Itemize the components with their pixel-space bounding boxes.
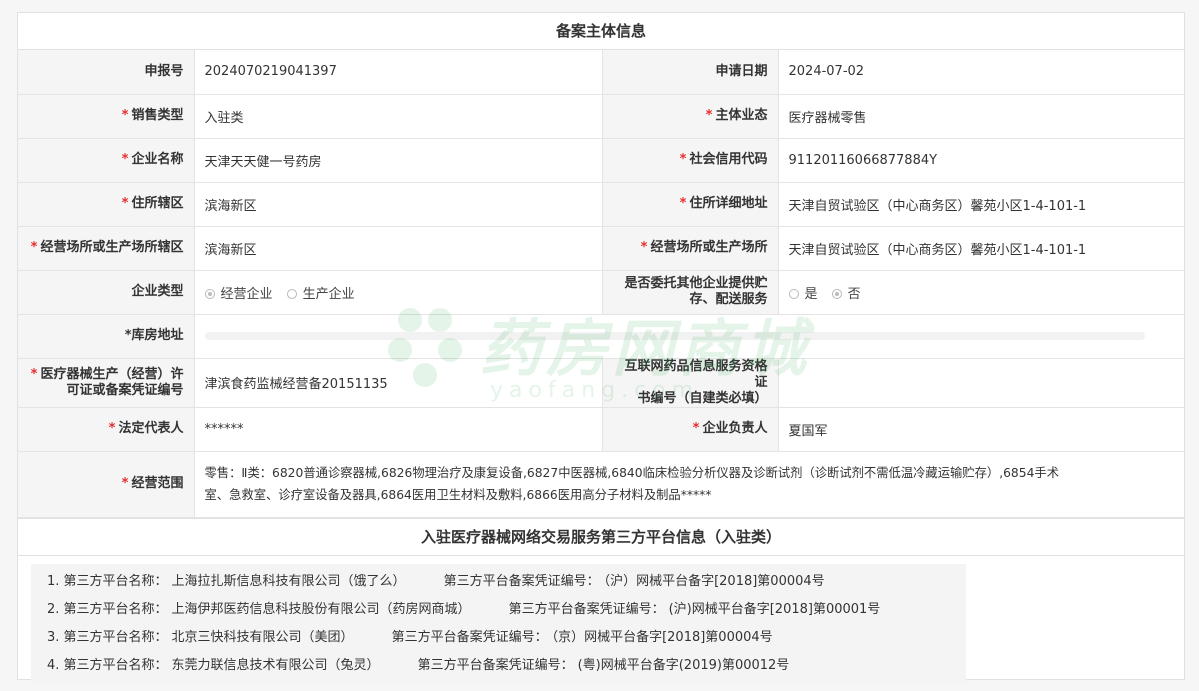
credit-code-label: * 社会信用代码 (601, 137, 779, 183)
required-mark: * (121, 108, 129, 123)
empty-value-bar (204, 332, 1145, 340)
residence-address-label: * 住所详细地址 (601, 181, 779, 227)
filing-info-panel: 备案主体信息 申报号 2024070219041397 申请日期 2024-07… (17, 12, 1185, 684)
entrust-storage-label: 是否委托其他企业提供贮 存、配送服务 (601, 269, 779, 315)
table-row: * 企业名称 天津天天健一号药房 * 社会信用代码 9112011606687788… (18, 137, 1184, 183)
platform-name: 上海伊邦医药信息科技股份有限公司（药房网商城） (171, 601, 471, 617)
sales-type-value: 入驻类 (193, 93, 603, 139)
table-row: 企业类型 经营企业 生产企业 是否委托其他企业提供贮 存、配送服务 是 否 (18, 269, 1184, 315)
list-item: 2. 第三方平台名称： 上海伊邦医药信息科技股份有限公司（药房网商城） 第三方平台备… (47, 596, 966, 624)
required-mark: * (121, 196, 129, 211)
premises-address-value: 天津自贸试验区（中心商务区）馨苑小区1-4-101-1 (777, 225, 1184, 271)
radio-label: 否 (847, 286, 861, 302)
report-no-label: 申报号 (18, 50, 195, 95)
platform-cert: （沪）网械平台备字[2018]第00004号 (603, 573, 825, 589)
radio-no[interactable] (831, 288, 842, 299)
required-mark: * (108, 421, 116, 436)
required-mark: * (640, 240, 648, 255)
premises-district-label: * 经营场所或生产场所辖区 (18, 225, 195, 271)
platform-name-label: 3. 第三方平台名称： (47, 629, 168, 645)
internet-cert-value (777, 357, 1184, 408)
scope-value: 零售：Ⅱ类：6820普通诊察器械,6826物理治疗及康复设备,6827中医器械,… (193, 450, 1184, 518)
legal-rep-value: ****** (193, 406, 603, 452)
required-mark: * (121, 152, 129, 167)
list-item: 3. 第三方平台名称： 北京三快科技有限公司（美团） 第三方平台备案凭证编号： （京）… (47, 624, 966, 652)
section-title-platform-info: 入驻医疗器械网络交易服务第三方平台信息（入驻类） (18, 517, 1184, 556)
residence-address-value: 天津自贸试验区（中心商务区）馨苑小区1-4-101-1 (777, 181, 1184, 227)
required-mark: * (30, 366, 38, 382)
business-form-value: 医疗器械零售 (777, 93, 1184, 139)
scope-line-2: 室、急救室、诊疗室设备及器具,6864医用卫生材料及敷料,6866医用高分子材料… (204, 488, 712, 502)
radio-label: 生产企业 (302, 286, 355, 302)
radio-label: 经营企业 (220, 286, 273, 302)
company-name-label: * 企业名称 (18, 137, 195, 183)
radio-operating-enterprise[interactable] (204, 288, 215, 299)
apply-date-label: 申请日期 (601, 50, 779, 95)
platform-name-label: 1. 第三方平台名称： (47, 573, 168, 589)
residence-district-label: * 住所辖区 (18, 181, 195, 227)
table-row: *库房地址 (18, 313, 1184, 359)
platform-cert: （京）网械平台备字[2018]第00004号 (551, 629, 773, 645)
credit-code-value: 91120116066877884Y (777, 137, 1184, 183)
platform-cert-label: 第三方平台备案凭证编号： (508, 601, 665, 617)
company-name-value: 天津天天健一号药房 (193, 137, 603, 183)
table-row: * 住所辖区 滨海新区 * 住所详细地址 天津自贸试验区（中心商务区）馨苑小区1-4… (18, 181, 1184, 227)
platform-cert-label: 第三方平台备案凭证编号： (417, 657, 574, 673)
principal-label: * 企业负责人 (601, 406, 779, 452)
section-title-entity-info: 备案主体信息 (18, 13, 1184, 50)
table-row: * 经营场所或生产场所辖区 滨海新区 * 经营场所或生产场所 天津自贸试验区（中心商… (18, 225, 1184, 271)
warehouse-address-value (193, 313, 1184, 359)
license-no-label: * 医疗器械生产（经营）许 可证或备案凭证编号 (18, 357, 195, 408)
business-form-label: * 主体业态 (601, 93, 779, 139)
table-row: * 法定代表人 ****** * 企业负责人 夏国军 (18, 406, 1184, 452)
principal-value: 夏国军 (777, 406, 1184, 452)
report-no-value: 2024070219041397 (193, 50, 603, 95)
warehouse-address-label: *库房地址 (18, 313, 195, 359)
scope-line-1: 零售：Ⅱ类：6820普通诊察器械,6826物理治疗及康复设备,6827中医器械,… (204, 466, 1060, 480)
residence-district-value: 滨海新区 (193, 181, 603, 227)
platform-name-label: 4. 第三方平台名称： (47, 657, 168, 673)
entity-info-table: 申报号 2024070219041397 申请日期 2024-07-02 * 销售… (18, 50, 1184, 518)
list-item: 1. 第三方平台名称： 上海拉扎斯信息科技有限公司（饿了么） 第三方平台备案凭证编号… (47, 568, 966, 596)
required-mark: * (679, 196, 687, 211)
platform-name: 上海拉扎斯信息科技有限公司（饿了么） (171, 573, 406, 589)
table-row: * 医疗器械生产（经营）许 可证或备案凭证编号 津滨食药监械经营备20151135 … (18, 357, 1184, 408)
required-mark: * (679, 152, 687, 167)
platform-list: 1. 第三方平台名称： 上海拉扎斯信息科技有限公司（饿了么） 第三方平台备案凭证编号… (31, 563, 966, 684)
table-row: 申报号 2024070219041397 申请日期 2024-07-02 (18, 50, 1184, 95)
radio-label: 是 (804, 286, 818, 302)
legal-rep-label: * 法定代表人 (18, 406, 195, 452)
platform-name: 北京三快科技有限公司（美团） (171, 629, 354, 645)
enterprise-type-radio-group: 经营企业 生产企业 (193, 269, 603, 315)
platform-cert-label: 第三方平台备案凭证编号： (443, 573, 600, 589)
sales-type-label: * 销售类型 (18, 93, 195, 139)
platform-cert: (沪)网械平台备字[2018]第00001号 (668, 601, 881, 617)
required-mark: * (692, 421, 700, 436)
required-mark: * (30, 240, 38, 255)
premises-address-label: * 经营场所或生产场所 (601, 225, 779, 271)
platform-cert: (粤)网械平台备字(2019)第00012号 (577, 657, 790, 673)
internet-cert-label: 互联网药品信息服务资格证 书编号（自建类必填） (601, 357, 779, 408)
required-mark: * (121, 476, 129, 491)
radio-production-enterprise[interactable] (286, 288, 297, 299)
premises-district-value: 滨海新区 (193, 225, 603, 271)
apply-date-value: 2024-07-02 (777, 50, 1184, 95)
license-no-value: 津滨食药监械经营备20151135 (193, 357, 603, 408)
entrust-storage-radio-group: 是 否 (777, 269, 1184, 315)
enterprise-type-label: 企业类型 (18, 269, 195, 315)
list-item: 4. 第三方平台名称： 东莞力联信息技术有限公司（兔灵） 第三方平台备案凭证编号：(… (47, 652, 966, 680)
table-row: * 销售类型 入驻类 * 主体业态 医疗器械零售 (18, 93, 1184, 139)
table-row: * 经营范围 零售：Ⅱ类：6820普通诊察器械,6826物理治疗及康复设备,682… (18, 450, 1184, 518)
scope-label: * 经营范围 (18, 450, 195, 518)
platform-name: 东莞力联信息技术有限公司（兔灵） (171, 657, 380, 673)
platform-name-label: 2. 第三方平台名称： (47, 601, 168, 617)
platform-cert-label: 第三方平台备案凭证编号： (391, 629, 548, 645)
required-mark: * (705, 108, 713, 123)
radio-yes[interactable] (788, 288, 799, 299)
